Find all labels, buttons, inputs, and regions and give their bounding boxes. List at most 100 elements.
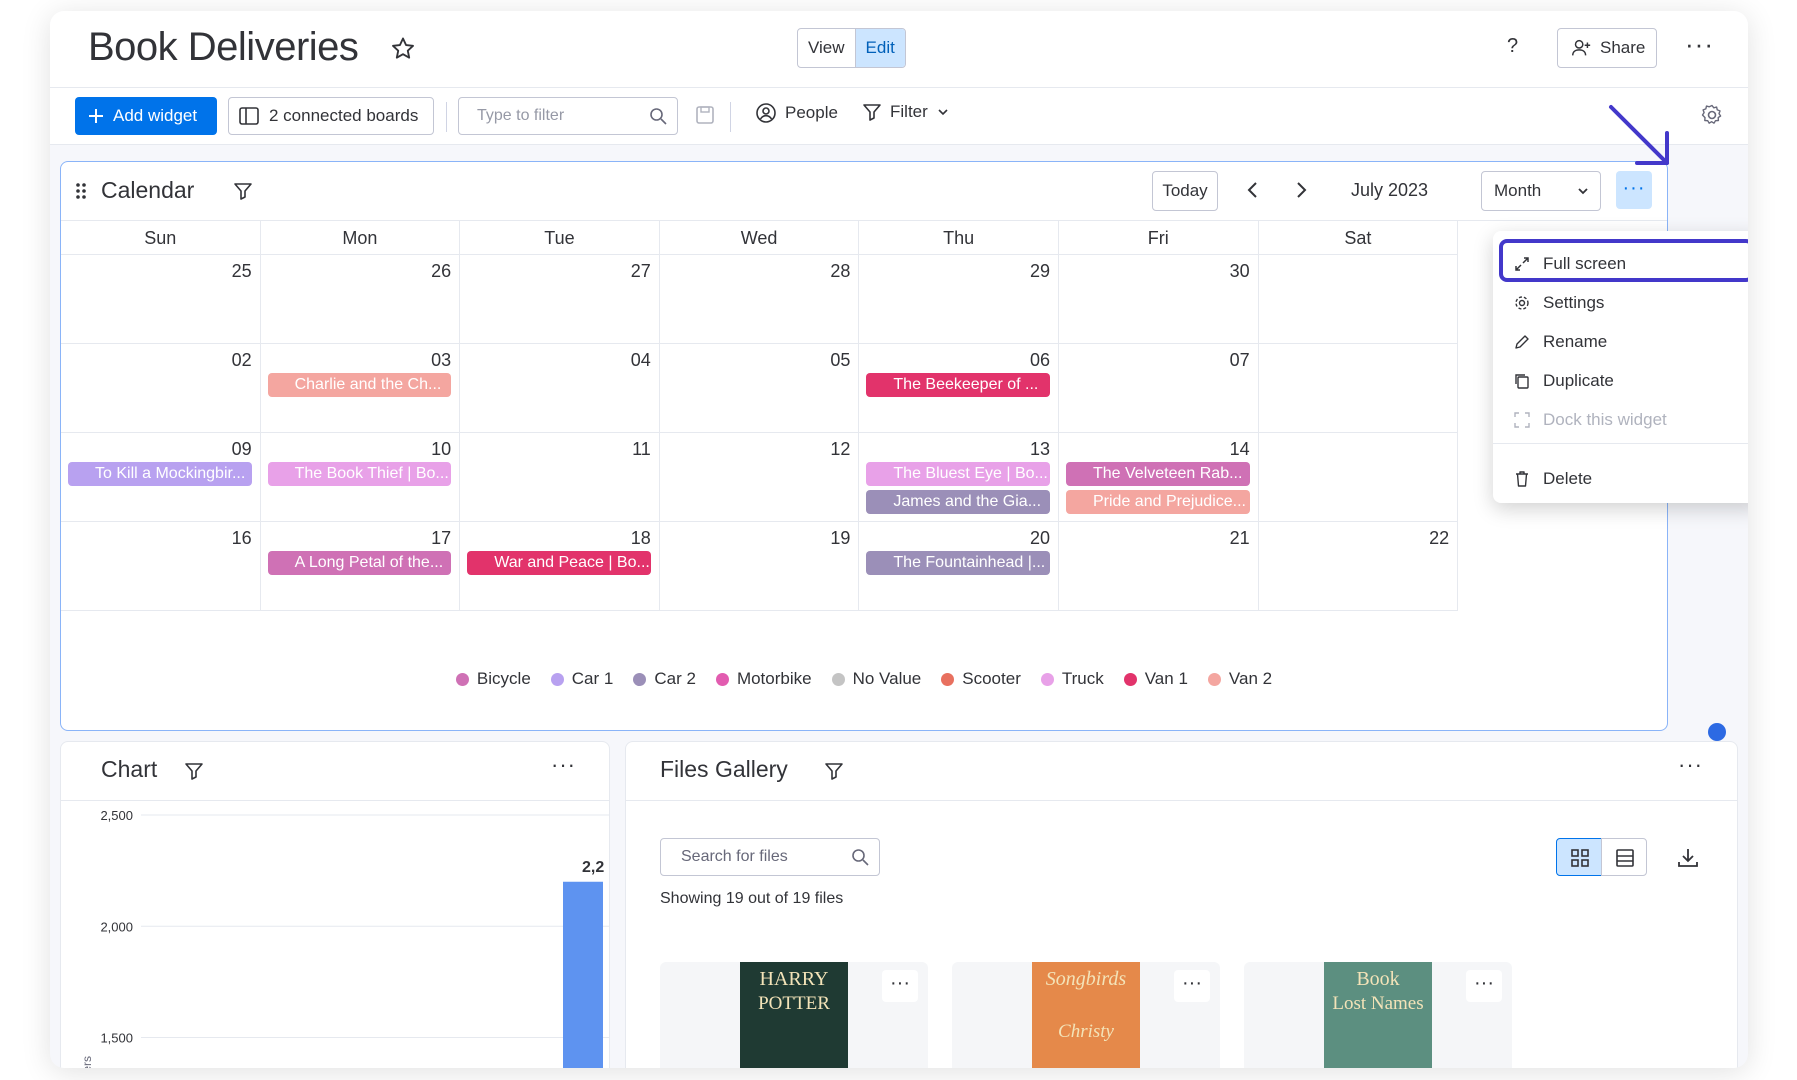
view-button[interactable]: View — [798, 29, 855, 67]
day-number: 12 — [830, 439, 851, 459]
calendar-day-cell[interactable]: 21 — [1059, 522, 1259, 611]
calendar-day-cell[interactable]: 07 — [1059, 344, 1259, 433]
calendar-day-cell[interactable]: 11 — [460, 433, 660, 522]
calendar-day-cell[interactable]: 10 The Book Thief | Bo... — [260, 433, 461, 522]
calendar-day-cell[interactable] — [1258, 255, 1459, 344]
calendar-event[interactable]: The Beekeeper of ... — [866, 373, 1050, 397]
calendar-day-cell[interactable]: 22 — [1258, 522, 1459, 611]
calendar-more-button[interactable]: ··· — [1616, 171, 1652, 209]
view-mode-select[interactable]: Month — [1481, 171, 1601, 211]
book-cover-thumbnail[interactable]: Book Lost Names — [1324, 962, 1432, 1068]
funnel-icon[interactable] — [824, 761, 844, 781]
search-icon — [650, 108, 667, 125]
files-search-input[interactable]: Search for files — [660, 838, 880, 876]
calendar-day-cell[interactable]: 13 The Bluest Eye | Bo... James and the Gi… — [859, 433, 1059, 522]
board-more-button[interactable]: ··· — [1685, 29, 1714, 60]
chevron-down-icon[interactable] — [936, 105, 950, 119]
calendar-day-cell[interactable] — [1258, 344, 1459, 433]
help-button[interactable]: ? — [1507, 35, 1518, 58]
list-view-button[interactable] — [1601, 838, 1647, 876]
menu-item-delete[interactable]: Delete — [1513, 462, 1592, 496]
legend-dot — [715, 672, 729, 686]
file-more-button[interactable]: ··· — [1466, 970, 1502, 1002]
file-card[interactable]: HARRY POTTER ··· — [660, 962, 928, 1068]
bar-chart: 2,500 2,000 1,500 2,2 ters — [80, 808, 609, 1068]
chart-more-button[interactable]: ··· — [551, 752, 576, 778]
calendar-day-cell[interactable]: 28 — [659, 255, 860, 344]
calendar-event[interactable]: Charlie and the Ch... — [267, 373, 452, 397]
book-cover-thumbnail[interactable]: Songbirds Christy — [1032, 962, 1140, 1068]
view-mode-value: Month — [1494, 181, 1542, 200]
calendar-day-cell[interactable]: 12 — [659, 433, 860, 522]
today-button[interactable]: Today — [1152, 171, 1218, 211]
gallery-more-button[interactable]: ··· — [1678, 752, 1703, 778]
calendar-day-cell[interactable]: 16 — [61, 522, 261, 611]
calendar-title: Calendar — [101, 177, 195, 203]
menu-item-duplicate[interactable]: Duplicate — [1513, 364, 1614, 398]
edit-button[interactable]: Edit — [854, 29, 905, 67]
drag-handle-icon[interactable] — [75, 182, 87, 200]
calendar-day-cell[interactable]: 14 The Velveteen Rab... Pride and Prejudic… — [1059, 433, 1259, 522]
calendar-event[interactable]: War and Peace | Bo... — [467, 551, 651, 575]
calendar-event[interactable]: Pride and Prejudice... — [1066, 490, 1250, 514]
calendar-day-cell[interactable]: 04 — [460, 344, 660, 433]
filter-input[interactable]: Type to filter — [458, 97, 678, 135]
add-widget-button[interactable]: Add widget — [75, 97, 217, 135]
funnel-icon — [863, 104, 881, 121]
people-filter-button[interactable]: People — [755, 102, 838, 124]
calendar-event[interactable]: A Long Petal of the... — [267, 551, 452, 575]
weekday-header: Thu — [859, 221, 1059, 255]
calendar-day-cell[interactable]: 26 — [260, 255, 461, 344]
board-title[interactable]: Book Deliveries — [88, 25, 359, 70]
funnel-icon[interactable] — [233, 181, 253, 201]
calendar-event[interactable]: The Velveteen Rab... — [1066, 462, 1250, 486]
connected-boards-button[interactable]: 2 connected boards — [228, 97, 434, 135]
save-icon[interactable] — [695, 105, 715, 125]
filter-button[interactable]: Filter — [862, 102, 950, 122]
file-card[interactable]: Book Lost Names ··· — [1244, 962, 1512, 1068]
calendar-day-cell[interactable]: 19 — [659, 522, 860, 611]
menu-item-rename[interactable]: Rename — [1513, 325, 1607, 359]
toolbar-divider — [446, 102, 447, 132]
cover-title-line: Songbirds — [1045, 968, 1127, 990]
chevron-right-icon[interactable] — [1291, 178, 1311, 202]
file-card[interactable]: Songbirds Christy ··· — [952, 962, 1220, 1068]
chevron-left-icon[interactable] — [1243, 178, 1263, 202]
calendar-event[interactable]: The Bluest Eye | Bo... — [866, 462, 1050, 486]
calendar-day-cell[interactable]: 29 — [859, 255, 1059, 344]
calendar-event[interactable]: James and the Gia... — [866, 490, 1050, 514]
calendar-event[interactable]: The Book Thief | Bo... — [267, 462, 452, 486]
menu-item-full-screen[interactable]: Full screen — [1513, 247, 1626, 281]
calendar-day-cell[interactable]: 05 — [659, 344, 860, 433]
calendar-day-cell[interactable] — [1258, 433, 1459, 522]
share-button[interactable]: Share — [1557, 28, 1657, 68]
chart-bar[interactable] — [563, 881, 603, 1068]
calendar-event[interactable]: The Fountainhead |... — [866, 551, 1050, 575]
cover-title-line: HARRY — [759, 968, 829, 990]
calendar-day-cell[interactable]: 06 The Beekeeper of ... — [859, 344, 1059, 433]
menu-item-settings[interactable]: Settings — [1513, 286, 1604, 320]
weekday-header: Wed — [659, 221, 860, 255]
calendar-day-cell[interactable]: 18 War and Peace | Bo... — [460, 522, 660, 611]
star-icon[interactable] — [389, 35, 417, 63]
calendar-day-cell[interactable]: 27 — [460, 255, 660, 344]
book-cover-thumbnail[interactable]: HARRY POTTER — [740, 962, 848, 1068]
calendar-event[interactable]: To Kill a Mockingbir... — [68, 462, 252, 486]
legend-dot — [1207, 672, 1221, 686]
calendar-day-cell[interactable]: 02 — [61, 344, 261, 433]
day-number: 07 — [1229, 350, 1250, 370]
calendar-day-cell[interactable]: 30 — [1059, 255, 1259, 344]
funnel-icon[interactable] — [184, 761, 204, 781]
calendar-day-cell[interactable]: 17 A Long Petal of the... — [260, 522, 461, 611]
grid-view-button[interactable] — [1556, 838, 1602, 876]
calendar-day-cell[interactable]: 03 Charlie and the Ch... — [260, 344, 461, 433]
file-more-button[interactable]: ··· — [1174, 970, 1210, 1002]
calendar-day-cell[interactable]: 09 To Kill a Mockingbir... — [61, 433, 261, 522]
resize-handle[interactable] — [1708, 723, 1726, 741]
download-icon[interactable] — [1676, 846, 1700, 870]
file-more-button[interactable]: ··· — [882, 970, 918, 1002]
weekday-header: Sun — [61, 221, 261, 255]
calendar-day-cell[interactable]: 25 — [61, 255, 261, 344]
gear-icon[interactable] — [1700, 103, 1724, 127]
calendar-day-cell[interactable]: 20 The Fountainhead |... — [859, 522, 1059, 611]
